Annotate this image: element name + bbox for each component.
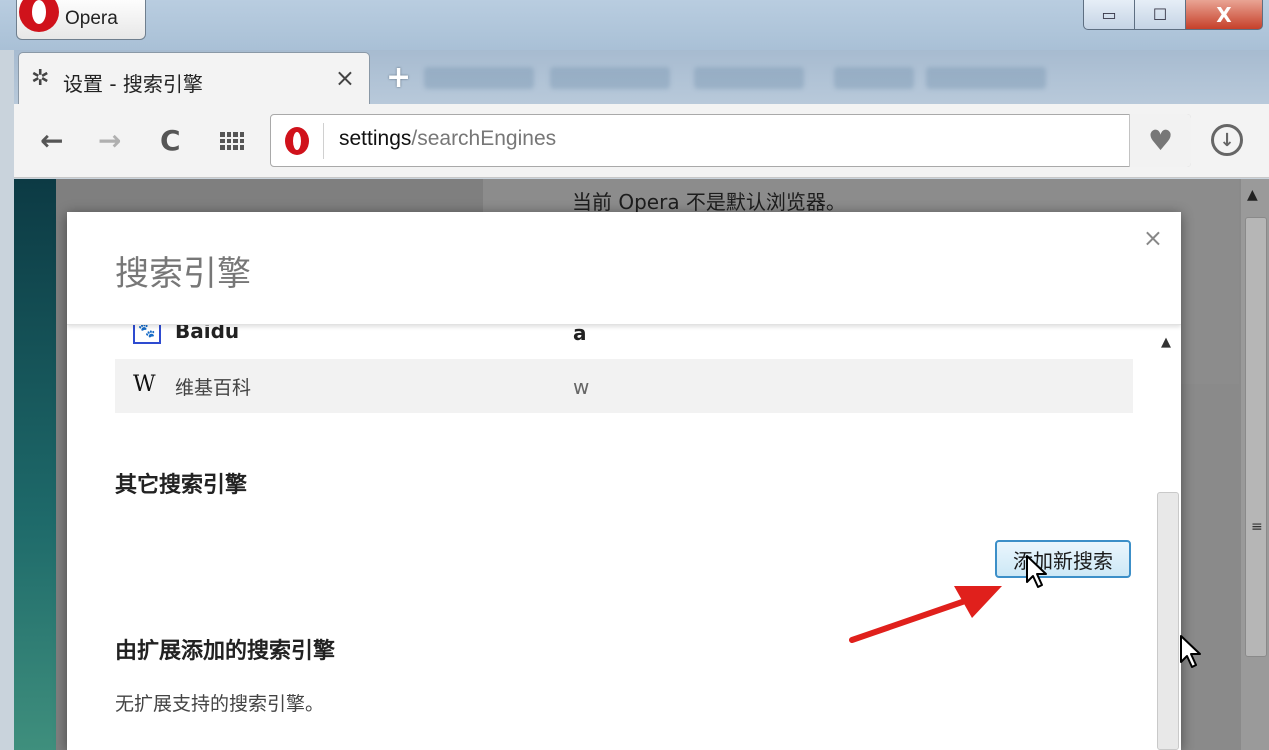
address-bar[interactable]: settings/searchEngines ♥ [270, 114, 1191, 167]
extension-engines-heading: 由扩展添加的搜索引擎 [115, 639, 336, 664]
engine-name: 维基百科 [175, 377, 252, 399]
dialog-close-button[interactable]: × [1143, 224, 1163, 252]
add-new-search-button[interactable]: 添加新搜索 [995, 540, 1131, 578]
address-separator [323, 123, 324, 159]
opera-menu-label: Opera [65, 8, 118, 29]
reload-button[interactable]: C [160, 124, 181, 157]
mouse-pointer-icon [1026, 555, 1047, 588]
scroll-grip-icon: ≡ [1251, 519, 1263, 535]
tab-title: 设置 - 搜索引擎 [63, 72, 203, 96]
window-controls: ▭ ☐ X [1083, 0, 1263, 30]
url-host: settings [339, 127, 412, 150]
blurred-bookmark [424, 67, 534, 89]
scroll-up-arrow-icon[interactable]: ▲ [1247, 187, 1258, 203]
default-browser-note: 当前 Opera 不是默认浏览器。 [572, 190, 846, 214]
speed-dial-icon[interactable] [220, 132, 244, 150]
download-button[interactable]: ↓ [1211, 124, 1243, 156]
blurred-bookmark [550, 67, 670, 89]
opera-menu-button[interactable]: Opera [16, 0, 146, 40]
opera-logo-icon [19, 0, 59, 32]
no-extension-engines-text: 无扩展支持的搜索引擎。 [115, 693, 325, 715]
bookmark-heart-button[interactable]: ♥ [1129, 114, 1191, 167]
blurred-bookmark [834, 67, 914, 89]
tab-close-button[interactable]: × [335, 64, 355, 92]
dialog-header: 搜索引擎 × [67, 212, 1181, 325]
engine-row-wikipedia[interactable]: W 维基百科 w [115, 359, 1133, 413]
new-tab-button[interactable]: + [386, 63, 416, 94]
engine-keyword: w [573, 375, 590, 399]
annotation-arrow-icon [849, 586, 1002, 643]
wikipedia-w-icon: W [133, 372, 156, 397]
tab-settings-search-engines[interactable]: ✲ 设置 - 搜索引擎 × [18, 52, 370, 104]
dialog-scrollbar[interactable]: ▲ [1155, 325, 1181, 750]
window-close-button[interactable]: X [1185, 0, 1263, 30]
other-engines-heading: 其它搜索引擎 [115, 473, 248, 498]
dialog-title: 搜索引擎 [115, 254, 251, 294]
sidebar-strip [14, 179, 56, 750]
page-scrollbar[interactable]: ▲ ≡ [1241, 179, 1269, 750]
window-titlebar: Opera ▭ ☐ X [0, 0, 1269, 50]
search-engines-dialog: 搜索引擎 × 🐾 Baidu a W 维基百科 w 其它搜索引擎 添加新搜索 由… [67, 212, 1181, 750]
tab-strip: ✲ 设置 - 搜索引擎 × + [14, 50, 1269, 104]
url-path: /searchEngines [411, 127, 557, 150]
blurred-bookmark [694, 67, 804, 89]
mouse-pointer-icon [1180, 635, 1201, 668]
minimize-button[interactable]: ▭ [1083, 0, 1135, 30]
blurred-bookmark [926, 67, 1046, 89]
page-scrollbar-thumb[interactable] [1245, 217, 1267, 657]
scroll-up-arrow-icon[interactable]: ▲ [1161, 335, 1171, 350]
dialog-scrollbar-thumb[interactable] [1157, 492, 1179, 750]
opera-o-icon [285, 127, 309, 155]
address-url[interactable]: settings/searchEngines [339, 127, 556, 151]
forward-button[interactable]: → [98, 124, 121, 157]
gear-icon: ✲ [31, 66, 50, 91]
back-button[interactable]: ← [40, 124, 63, 157]
browser-toolbar: ← → C settings/searchEngines ♥ ↓ [14, 104, 1269, 178]
maximize-button[interactable]: ☐ [1134, 0, 1186, 30]
